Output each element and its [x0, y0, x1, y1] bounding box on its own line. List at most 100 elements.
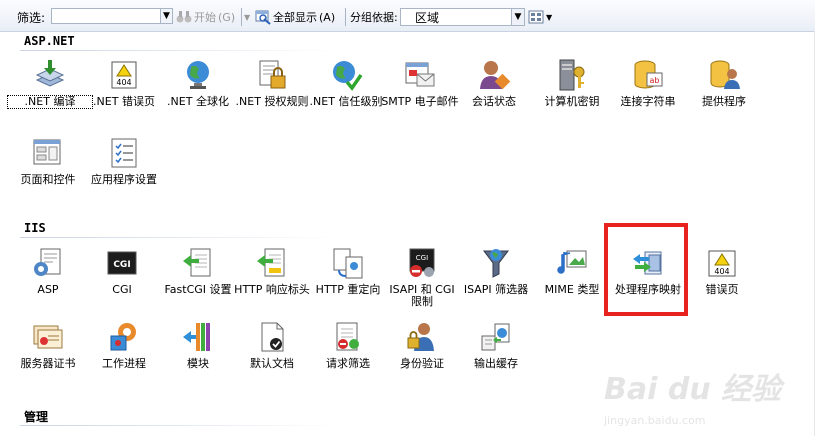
feature-http-redirect[interactable]: HTTP 重定向 — [306, 246, 390, 328]
feature-authentication[interactable]: 身份验证 — [380, 320, 464, 402]
show-all-shortcut: (A) — [319, 10, 336, 24]
filter-input[interactable] — [51, 8, 162, 24]
group-by-value: 区域 — [415, 10, 440, 25]
feature-label: 应用程序设置 — [91, 173, 157, 186]
feature-label: ISAPI 筛选器 — [463, 283, 529, 296]
feature-isapi-filters[interactable]: ISAPI 筛选器 — [454, 246, 538, 328]
session-state-icon — [480, 61, 511, 90]
feature-net-error-pages[interactable]: 404 .NET 错误页 — [82, 58, 166, 140]
feature-output-caching[interactable]: 输出缓存 — [454, 320, 538, 402]
group-divider — [20, 425, 340, 426]
svg-text:404: 404 — [116, 78, 131, 87]
http-response-headers-icon — [257, 248, 285, 277]
feature-asp[interactable]: ASP — [6, 246, 90, 328]
show-all-button[interactable]: 全部显示 (A) — [255, 8, 335, 26]
feature-label: 工作进程 — [102, 357, 146, 370]
start-dropdown-icon[interactable]: ▼ — [244, 8, 250, 26]
group-by-select[interactable]: 区域 ▼ — [400, 8, 525, 26]
start-shortcut: (G) — [218, 10, 236, 24]
app-settings-icon — [111, 138, 137, 168]
mime-types-icon — [557, 250, 587, 274]
group-title-aspnet: ASP.NET — [24, 34, 75, 48]
filter-toolbar: 筛选: ▼ 开始 (G) ▼ 全部显示 (A) 分组依据: 区域 ▼ ▼ — [0, 0, 815, 32]
feature-http-response-headers[interactable]: HTTP 响应标头 — [230, 246, 314, 328]
feature-net-globalization[interactable]: .NET 全球化 — [156, 58, 240, 140]
default-document-icon — [261, 322, 284, 352]
feature-label: 连接字符串 — [620, 95, 676, 108]
feature-machine-key[interactable]: 计算机密钥 — [530, 58, 614, 140]
feature-label: 处理程序映射 — [615, 283, 681, 296]
feature-request-filtering[interactable]: 请求筛选 — [306, 320, 390, 402]
connection-strings-icon: ab — [634, 60, 663, 89]
toolbar-separator — [241, 8, 242, 26]
feature-providers[interactable]: 提供程序 — [682, 58, 766, 140]
output-caching-icon — [481, 323, 510, 351]
net-error-pages-icon: 404 — [111, 61, 137, 89]
feature-label: 错误页 — [705, 283, 739, 296]
feature-pages-and-controls[interactable]: 页面和控件 — [6, 136, 90, 218]
feature-isapi-cgi-restrictions[interactable]: CGI ISAPI 和 CGI 限制 — [380, 246, 464, 328]
start-label: 开始 — [194, 11, 216, 24]
server-certificates-icon — [33, 325, 63, 349]
modules-icon — [183, 323, 210, 351]
feature-label: ASP — [37, 283, 59, 296]
net-authorization-icon — [259, 60, 286, 89]
machine-key-icon — [559, 59, 585, 91]
feature-label: .NET 错误页 — [93, 95, 155, 108]
feature-session-state[interactable]: 会话状态 — [452, 58, 536, 140]
show-all-icon — [255, 10, 271, 25]
feature-label: 计算机密钥 — [544, 95, 600, 108]
group-divider — [20, 237, 340, 238]
isapi-cgi-restrictions-icon: CGI — [409, 248, 435, 277]
feature-label: 请求筛选 — [326, 357, 370, 370]
cgi-icon: CGI — [107, 251, 137, 275]
svg-text:CGI: CGI — [416, 254, 428, 262]
feature-label: .NET 信任级别 — [309, 95, 383, 108]
request-filtering-icon — [336, 322, 359, 351]
watermark: Bai du 经验 jingyan.baidu.com — [604, 364, 784, 434]
binoculars-icon — [176, 11, 192, 23]
feature-fastcgi-settings[interactable]: FastCGI 设置 — [156, 246, 240, 328]
view-tiles-icon — [528, 10, 544, 24]
feature-net-authorization-rules[interactable]: .NET 授权规则 — [230, 58, 314, 140]
feature-label: .NET 全球化 — [167, 95, 229, 108]
feature-label: 页面和控件 — [20, 173, 76, 186]
feature-label: 身份验证 — [400, 357, 444, 370]
feature-net-compilation[interactable]: .NET 编译 — [7, 58, 93, 140]
chevron-down-icon[interactable]: ▼ — [511, 9, 524, 25]
watermark-brand: Bai du 经验 — [604, 372, 782, 407]
feature-cgi[interactable]: CGI CGI — [80, 246, 164, 328]
feature-label: .NET 编译 — [7, 95, 93, 109]
feature-modules[interactable]: 模块 — [156, 320, 240, 402]
feature-default-document[interactable]: 默认文档 — [230, 320, 314, 402]
feature-connection-strings[interactable]: ab 连接字符串 — [606, 58, 690, 140]
feature-smtp-email[interactable]: SMTP 电子邮件 — [378, 58, 462, 140]
asp-icon — [34, 248, 61, 276]
feature-label: SMTP 电子邮件 — [381, 95, 459, 108]
feature-label: 默认文档 — [250, 357, 294, 370]
svg-text:404: 404 — [714, 267, 729, 276]
feature-error-pages[interactable]: 404 错误页 — [680, 246, 764, 328]
feature-worker-processes[interactable]: 工作进程 — [82, 320, 166, 402]
chevron-down-icon: ▼ — [546, 12, 553, 22]
handler-mappings-icon — [633, 251, 662, 275]
feature-label: 模块 — [187, 357, 209, 370]
svg-text:CGI: CGI — [113, 260, 130, 270]
feature-application-settings[interactable]: 应用程序设置 — [82, 136, 166, 218]
filter-dropdown-button[interactable]: ▼ — [160, 8, 173, 24]
feature-server-certificates[interactable]: 服务器证书 — [6, 320, 90, 402]
feature-net-trust-levels[interactable]: .NET 信任级别 — [304, 58, 388, 140]
feature-mime-types[interactable]: MIME 类型 — [530, 246, 614, 328]
group-title-iis: IIS — [24, 221, 46, 235]
feature-handler-mappings[interactable]: 处理程序映射 — [606, 246, 690, 328]
group-by-label: 分组依据: — [350, 11, 398, 24]
feature-label: 会话状态 — [472, 95, 516, 108]
net-compile-icon — [35, 60, 65, 87]
pages-controls-icon — [33, 139, 61, 165]
chevron-down-icon: ▼ — [163, 11, 170, 21]
feature-label: .NET 授权规则 — [235, 95, 309, 108]
group-title-management: 管理 — [24, 410, 49, 424]
feature-label: CGI — [112, 283, 132, 296]
start-button[interactable]: 开始 (G) — [176, 8, 235, 26]
view-mode-button[interactable]: ▼ — [528, 8, 552, 26]
